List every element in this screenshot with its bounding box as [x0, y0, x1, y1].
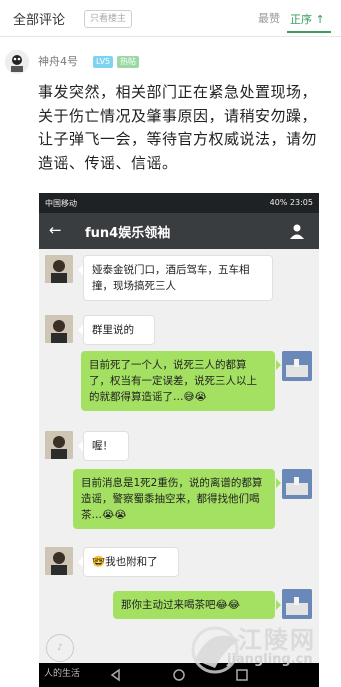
embedded-chat-screenshot: 中国移动 40% 23:05 ← fun4娱乐领袖 娅泰金锐门口，酒后驾车，五车…	[39, 193, 319, 687]
landscape-photo-icon	[282, 469, 312, 499]
comment-header: 全部评论 只看楼主 最赞 正序 ↑	[0, 0, 341, 37]
chat-bubble-incoming: 喔！	[78, 431, 129, 461]
level-badge: LV5	[93, 56, 114, 68]
avatar[interactable]	[5, 50, 29, 74]
person-photo-icon	[45, 255, 73, 283]
watermark-url: jiangling.cn	[227, 652, 313, 667]
my-avatar	[282, 469, 312, 499]
back-arrow-icon[interactable]: ←	[49, 221, 62, 239]
sender-avatar	[45, 547, 73, 575]
chat-bubble-outgoing: 目前消息是1死2重伤，说的离谱的都算造谣，警察蜀黍抽空来，都得找他们喝茶…😭😭	[73, 469, 281, 529]
watermark-text: 江陵网	[238, 626, 316, 654]
landscape-photo-icon	[282, 589, 312, 619]
chat-title-bar: ← fun4娱乐领袖	[39, 213, 319, 249]
chat-bubble-incoming: 娅泰金锐门口，酒后驾车，五车相撞，现场搞死三人	[78, 255, 273, 301]
nav-back-icon	[110, 668, 120, 682]
phone-status-bar: 中国移动 40% 23:05	[39, 193, 319, 213]
sort-most-liked-tab[interactable]: 最赞	[258, 10, 280, 26]
all-comments-title: 全部评论	[13, 13, 66, 28]
my-avatar	[282, 351, 312, 381]
sort-ascending-tab[interactable]: 正序 ↑	[290, 11, 325, 27]
active-tab-indicator	[287, 31, 331, 33]
comment-body: 事发突然，相关部门正在紧急处置现场，关于伤亡情况及肇事原因，请稍安勿躁，让子弹飞…	[38, 83, 318, 172]
my-avatar	[282, 589, 312, 619]
chat-bubble-outgoing: 那你主动过来喝茶吧😂😂	[113, 591, 281, 619]
battery-time-label: 40% 23:05	[269, 198, 313, 207]
nav-home-icon	[173, 669, 185, 681]
watermark-footer: 人的生活	[44, 669, 81, 679]
chat-title: fun4娱乐领袖	[85, 226, 171, 241]
person-icon[interactable]	[289, 223, 305, 239]
cartoon-avatar-icon	[5, 50, 29, 74]
sender-avatar	[45, 315, 73, 343]
person-photo-icon	[45, 547, 73, 575]
landscape-photo-icon	[282, 351, 312, 381]
chat-bubble-outgoing: 目前死了一个人，说死三人的都算了，权当有一定误差，说死三人以上的就都得算造谣了……	[81, 351, 281, 411]
chat-bubble-incoming: 群里说的	[78, 315, 155, 345]
stamp-icon: ♪	[46, 634, 74, 662]
role-badge: 热帖	[117, 56, 139, 68]
person-photo-icon	[45, 315, 73, 343]
person-photo-icon	[45, 431, 73, 459]
chat-bubble-incoming: 🤓我也附和了	[78, 547, 179, 577]
comment-username[interactable]: 神舟4号	[38, 53, 78, 69]
sender-avatar	[45, 255, 73, 283]
author-only-button[interactable]: 只看楼主	[84, 10, 133, 28]
carrier-label: 中国移动	[45, 199, 77, 208]
sender-avatar	[45, 431, 73, 459]
